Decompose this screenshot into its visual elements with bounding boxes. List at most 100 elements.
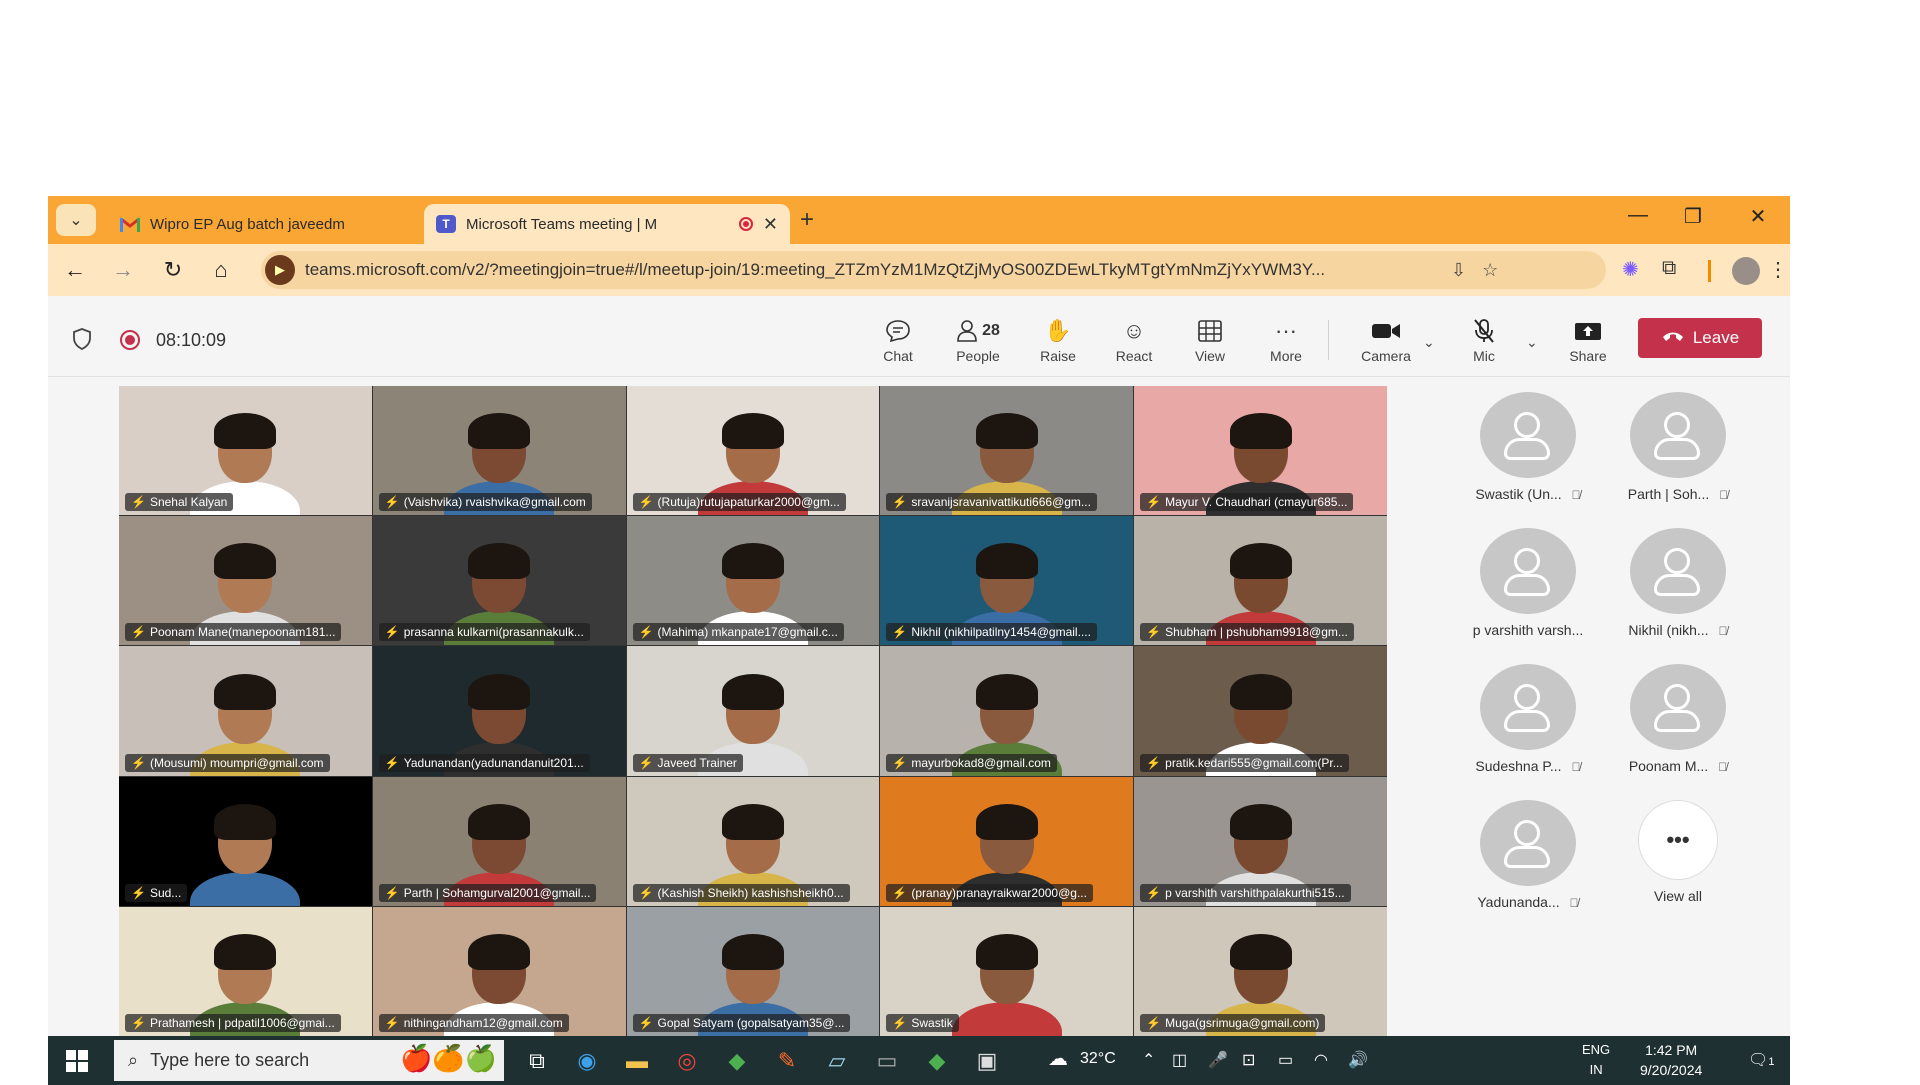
app-window-icon[interactable]: ▭: [870, 1044, 904, 1078]
shield-icon: [73, 328, 91, 350]
volume-icon[interactable]: 🔊: [1348, 1050, 1368, 1070]
participant-name-badge: ⚡ (pranay)pranayraikwar2000@g...: [886, 883, 1093, 902]
video-tile[interactable]: ⚡ Sud...: [119, 776, 372, 906]
video-tile[interactable]: ⚡ Prathamesh | pdpatil1006@gmai...: [119, 906, 372, 1036]
show-hidden-icons-icon[interactable]: ⌃: [1142, 1050, 1155, 1070]
mic-options-chevron-icon[interactable]: ⌄: [1526, 334, 1538, 351]
video-tile[interactable]: ⚡ Nikhil (nikhilpatilny1454@gmail....: [880, 516, 1134, 646]
app-notes-icon[interactable]: ▱: [820, 1044, 854, 1078]
meet-now-icon[interactable]: ◫: [1172, 1050, 1187, 1070]
video-tile[interactable]: ⚡ (Rutuja)rutujapaturkar2000@gm...: [626, 386, 880, 516]
participant-name: Sudeshna P...: [1475, 758, 1562, 774]
new-tab-button[interactable]: +: [800, 206, 814, 234]
mic-muted-icon: 🎙̸: [1571, 488, 1581, 502]
app-leaf-icon-2[interactable]: ◆: [920, 1044, 954, 1078]
side-participant[interactable]: Sudeshna P... 🎙̸: [1453, 664, 1603, 774]
terminal-icon[interactable]: ▣: [970, 1044, 1004, 1078]
edge-icon[interactable]: ◉: [570, 1044, 604, 1078]
language-indicator[interactable]: ENG IN: [1582, 1040, 1610, 1080]
video-tile[interactable]: ⚡ Swastik: [880, 906, 1134, 1036]
chrome-icon[interactable]: ◎: [670, 1044, 704, 1078]
mic-muted-icon: [1454, 316, 1514, 346]
tab-teams[interactable]: T Microsoft Teams meeting | M ✕: [424, 204, 790, 244]
system-clock[interactable]: 1:42 PM 9/20/2024: [1640, 1040, 1702, 1080]
app-pen-icon[interactable]: ✎: [770, 1044, 804, 1078]
omnibox[interactable]: ▶ teams.microsoft.com/v2/?meetingjoin=tr…: [261, 251, 1606, 289]
video-tile[interactable]: ⚡ Mayur V. Chaudhari (cmayur685...: [1134, 386, 1387, 516]
mic-button[interactable]: Mic: [1454, 316, 1514, 364]
view-button[interactable]: View: [1180, 316, 1240, 364]
more-button[interactable]: ··· More: [1256, 316, 1316, 364]
leave-button[interactable]: Leave: [1638, 318, 1762, 358]
video-tile[interactable]: ⚡ mayurbokad8@gmail.com: [880, 646, 1134, 776]
video-tile[interactable]: ⚡ (Vaishvika) rvaishvika@gmail.com: [372, 386, 626, 516]
search-icon: ⌕: [128, 1050, 139, 1070]
microphone-tray-icon[interactable]: 🎤: [1208, 1050, 1228, 1070]
notifications-icon[interactable]: 🗨1: [1748, 1050, 1774, 1070]
close-window-button[interactable]: ✕: [1738, 204, 1778, 229]
restore-button[interactable]: ❐: [1673, 204, 1713, 229]
video-tile[interactable]: ⚡ (Mahima) mkanpate17@gmail.c...: [626, 516, 880, 646]
video-tile[interactable]: ⚡ Poonam Mane(manepoonam181...: [119, 516, 372, 646]
people-button[interactable]: 28 People: [943, 316, 1013, 364]
profile-avatar[interactable]: [1732, 257, 1760, 285]
side-participant[interactable]: Parth | Soh... 🎙̸: [1603, 392, 1753, 502]
tab-close-icon[interactable]: ✕: [763, 214, 778, 235]
side-participant[interactable]: Swastik (Un... 🎙̸: [1453, 392, 1603, 502]
view-all-button[interactable]: ••• View all: [1603, 800, 1753, 904]
site-info-icon[interactable]: ▶: [265, 255, 295, 285]
side-participant[interactable]: Nikhil (nikh... 🎙̸: [1603, 528, 1753, 638]
video-tile[interactable]: ⚡ Javeed Trainer: [626, 646, 880, 776]
extensions-puzzle-icon[interactable]: ⧉: [1662, 257, 1676, 280]
video-tile[interactable]: ⚡ pratik.kedari555@gmail.com(Pr...: [1134, 646, 1387, 776]
video-tile[interactable]: ⚡ (Kashish Sheikh) kashishsheikh0...: [626, 776, 880, 906]
mic-muted-icon: ⚡: [1146, 495, 1162, 510]
participant-name: p varshith varsh...: [1472, 622, 1584, 638]
home-icon[interactable]: ⌂: [206, 257, 236, 283]
minimize-button[interactable]: —: [1618, 204, 1658, 227]
browser-menu-icon[interactable]: ⋮: [1768, 257, 1788, 282]
screen-record-icon[interactable]: ⊡: [1242, 1050, 1255, 1070]
video-tile[interactable]: ⚡ nithingandham12@gmail.com: [372, 906, 626, 1036]
video-tile[interactable]: ⚡ Snehal Kalyan: [119, 386, 372, 516]
tab-gmail[interactable]: Wipro EP Aug batch javeedm ✕: [108, 204, 460, 244]
app-leaf-icon[interactable]: ◆: [720, 1044, 754, 1078]
battery-icon[interactable]: ▭: [1278, 1050, 1293, 1070]
mic-muted-icon: ⚡: [892, 495, 908, 510]
weather-temperature[interactable]: 32°C: [1080, 1050, 1116, 1068]
video-tile[interactable]: ⚡ prasanna kulkarni(prasannakulk...: [372, 516, 626, 646]
video-tile[interactable]: ⚡ sravanijsravanivattikuti666@gm...: [880, 386, 1134, 516]
share-button[interactable]: Share: [1558, 316, 1618, 364]
participant-name: Muga(gsrimuga@gmail.com): [1165, 1015, 1320, 1030]
participant-name: prasanna kulkarni(prasannakulk...: [403, 625, 584, 640]
raise-hand-button[interactable]: ✋ Raise: [1028, 316, 1088, 364]
video-tile[interactable]: ⚡ Parth | Sohamgurval2001@gmail...: [372, 776, 626, 906]
install-app-icon[interactable]: ⇩: [1451, 260, 1466, 281]
video-tile[interactable]: ⚡ (Mousumi) moumpri@gmail.com: [119, 646, 372, 776]
video-tile[interactable]: ⚡ Yadunandan(yadunandanuit201...: [372, 646, 626, 776]
react-button[interactable]: ☺ React: [1104, 316, 1164, 364]
tab-search-button[interactable]: ⌄: [56, 204, 96, 236]
forward-arrow-icon[interactable]: →: [108, 257, 138, 283]
windows-start-icon[interactable]: [66, 1050, 88, 1072]
file-explorer-icon[interactable]: ▬: [620, 1044, 654, 1078]
video-tile[interactable]: ⚡ (pranay)pranayraikwar2000@g...: [880, 776, 1134, 906]
video-tile[interactable]: ⚡ p varshith varshithpalakurthi515...: [1134, 776, 1387, 906]
camera-button[interactable]: Camera: [1348, 316, 1424, 364]
video-tile[interactable]: ⚡ Shubham | pshubham9918@gm...: [1134, 516, 1387, 646]
wifi-icon[interactable]: ◠: [1314, 1050, 1328, 1070]
chat-button[interactable]: Chat: [868, 316, 928, 364]
side-participant[interactable]: p varshith varsh...: [1453, 528, 1603, 638]
bookmark-star-icon[interactable]: ☆: [1482, 260, 1498, 281]
reload-icon[interactable]: ↻: [158, 257, 188, 283]
url-text[interactable]: teams.microsoft.com/v2/?meetingjoin=true…: [305, 260, 1435, 280]
side-participant[interactable]: Yadunanda... 🎙̸: [1453, 800, 1603, 910]
video-tile[interactable]: ⚡ Muga(gsrimuga@gmail.com): [1134, 906, 1387, 1036]
camera-options-chevron-icon[interactable]: ⌄: [1423, 334, 1435, 351]
task-view-icon[interactable]: ⧉: [520, 1044, 554, 1078]
extension-icon[interactable]: ✺: [1622, 257, 1639, 282]
weather-icon[interactable]: ☁: [1048, 1046, 1068, 1071]
side-participant[interactable]: Poonam M... 🎙̸: [1603, 664, 1753, 774]
back-arrow-icon[interactable]: ←: [60, 257, 90, 283]
video-tile[interactable]: ⚡ Gopal Satyam (gopalsatyam35@...: [626, 906, 880, 1036]
